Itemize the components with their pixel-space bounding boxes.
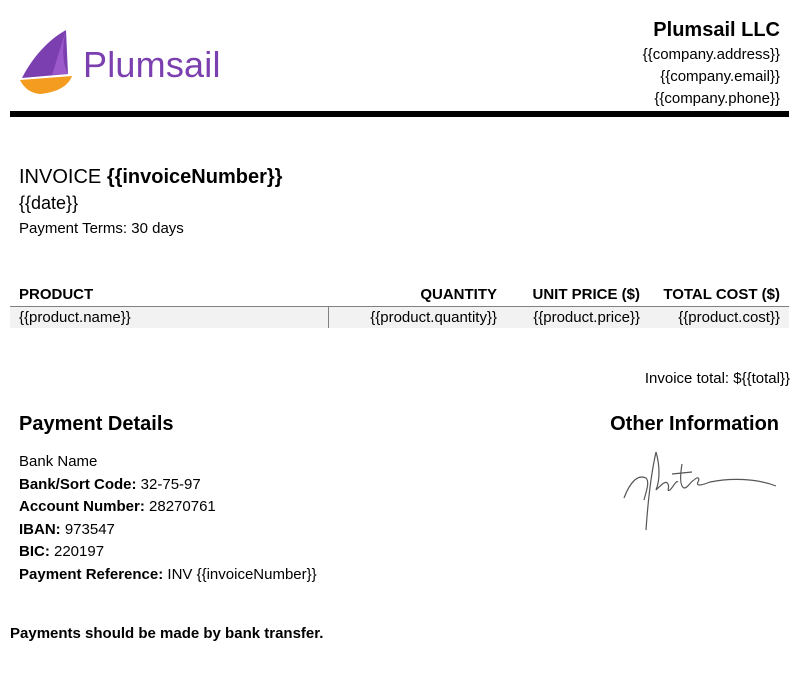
header-unit-price: UNIT PRICE ($) bbox=[506, 284, 649, 307]
sort-code-line: Bank/Sort Code: 32-75-97 bbox=[19, 474, 317, 497]
cell-product-cost: {{product.cost}} bbox=[649, 306, 789, 328]
cell-product-name: {{product.name}} bbox=[10, 306, 329, 328]
invoice-title-prefix: INVOICE bbox=[19, 166, 102, 188]
invoice-title: INVOICE {{invoiceNumber}} bbox=[19, 164, 282, 190]
header-product: PRODUCT bbox=[10, 284, 328, 307]
cell-product-quantity: {{product.quantity}} bbox=[328, 306, 506, 328]
bic-value: 220197 bbox=[49, 543, 105, 560]
account-number-line: Account Number: 28270761 bbox=[19, 496, 317, 519]
payment-reference-label: Payment Reference: bbox=[19, 565, 164, 583]
sort-code-value: 32-75-97 bbox=[136, 475, 201, 493]
header-quantity: QUANTITY bbox=[328, 284, 506, 307]
other-information-heading: Other Information bbox=[610, 413, 779, 435]
table-row: {{product.name}} {{product.quantity}} {{… bbox=[10, 306, 789, 328]
header-total-cost: TOTAL COST ($) bbox=[649, 284, 789, 307]
invoice-date: {{date}} bbox=[19, 193, 79, 213]
plumsail-logo: Plumsail bbox=[18, 28, 228, 98]
signature-image bbox=[623, 451, 777, 531]
sail-icon bbox=[20, 30, 72, 94]
payment-details-heading: Payment Details bbox=[19, 413, 174, 435]
table-header-row: PRODUCT QUANTITY UNIT PRICE ($) TOTAL CO… bbox=[10, 284, 789, 307]
company-phone: {{company.phone}} bbox=[654, 90, 780, 107]
logo-text: Plumsail bbox=[83, 44, 221, 85]
payment-terms: Payment Terms: 30 days bbox=[19, 220, 184, 237]
invoice-total: Invoice total: ${{total}} bbox=[644, 370, 790, 387]
items-table: PRODUCT QUANTITY UNIT PRICE ($) TOTAL CO… bbox=[10, 284, 789, 328]
iban-line: IBAN: 973547 bbox=[19, 519, 317, 542]
company-email: {{company.email}} bbox=[660, 68, 780, 85]
header-divider bbox=[10, 111, 789, 117]
bic-line: BIC: 220197 bbox=[19, 541, 317, 564]
iban-label: IBAN: bbox=[19, 520, 61, 538]
invoice-number: {{invoiceNumber}} bbox=[106, 166, 283, 188]
payment-reference-line: Payment Reference: INV {{invoiceNumber}} bbox=[19, 564, 317, 587]
payment-details: Bank Name Bank/Sort Code: 32-75-97 Accou… bbox=[19, 451, 317, 586]
bic-label: BIC: bbox=[19, 543, 50, 560]
company-block: Plumsail LLC {{company.address}} {{compa… bbox=[643, 16, 780, 110]
account-number-label: Account Number: bbox=[19, 498, 145, 515]
sort-code-label: Bank/Sort Code: bbox=[19, 475, 137, 493]
payment-note: Payments should be made by bank transfer… bbox=[10, 625, 324, 642]
cell-product-price: {{product.price}} bbox=[506, 306, 649, 328]
iban-value: 973547 bbox=[60, 520, 115, 538]
company-name: Plumsail LLC bbox=[653, 19, 780, 41]
bank-name: Bank Name bbox=[19, 453, 98, 470]
account-number-value: 28270761 bbox=[144, 498, 216, 515]
payment-reference-value: INV {{invoiceNumber}} bbox=[163, 565, 317, 583]
company-address: {{company.address}} bbox=[642, 46, 780, 63]
